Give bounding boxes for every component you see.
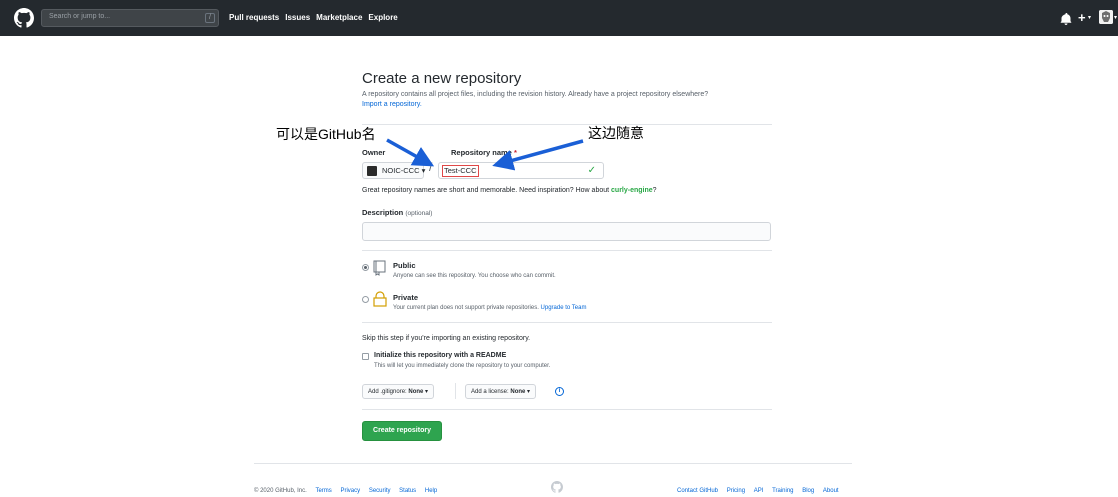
skip-text: Skip this step if you're importing an ex… xyxy=(362,335,531,342)
owner-repo-separator: / xyxy=(429,160,433,174)
nav-issues[interactable]: Issues xyxy=(285,13,310,22)
page-title: Create a new repository xyxy=(362,70,522,87)
main-nav: Pull requests Issues Marketplace Explore xyxy=(229,13,398,22)
divider xyxy=(455,383,456,399)
footer-link-help[interactable]: Help xyxy=(425,488,437,494)
gitignore-dropdown[interactable]: Add .gitignore: None ▾ xyxy=(362,384,435,399)
annotation-repo-name: 这边随意 xyxy=(588,125,644,141)
footer-link-security[interactable]: Security xyxy=(369,488,391,494)
description-input[interactable] xyxy=(362,222,771,241)
private-description: Your current plan does not support priva… xyxy=(393,305,586,311)
readme-title: Initialize this repository with a README xyxy=(374,352,507,359)
search-input[interactable]: Search or jump to... / xyxy=(41,9,219,27)
chevron-down-icon: ▾ xyxy=(1088,15,1092,21)
description-label: Description (optional) xyxy=(362,208,432,217)
repository-name-value: Test-CCC xyxy=(442,165,479,177)
gitignore-value: None xyxy=(408,389,424,395)
footer-link-contact[interactable]: Contact GitHub xyxy=(677,488,718,494)
description-label-text: Description xyxy=(362,208,404,217)
upgrade-to-team-link[interactable]: Upgrade to Team xyxy=(541,305,587,311)
plus-icon[interactable]: + xyxy=(1078,10,1086,25)
private-radio[interactable] xyxy=(362,296,369,303)
name-hint: Great repository names are short and mem… xyxy=(362,187,657,194)
footer-left: © 2020 GitHub, Inc. Terms Privacy Securi… xyxy=(254,488,437,494)
github-logo-icon[interactable] xyxy=(14,8,34,28)
top-navbar: Search or jump to... / Pull requests Iss… xyxy=(0,0,1118,36)
public-radio[interactable] xyxy=(362,264,369,271)
owner-label: Owner xyxy=(362,148,386,157)
required-mark: * xyxy=(513,148,517,157)
create-repository-button[interactable]: Create repository xyxy=(362,421,442,441)
footer-divider xyxy=(254,463,852,464)
avatar-image-icon xyxy=(1099,10,1113,24)
repository-name-label: Repository name * xyxy=(451,148,517,157)
license-dropdown[interactable]: Add a license: None ▾ xyxy=(465,384,537,399)
readme-description: This will let you immediately clone the … xyxy=(374,363,551,369)
github-footer-logo-icon[interactable] xyxy=(551,481,563,493)
avatar[interactable] xyxy=(1099,10,1113,24)
suggested-name-link[interactable]: curly-engine xyxy=(611,187,653,194)
private-description-text: Your current plan does not support priva… xyxy=(393,305,539,311)
repo-icon xyxy=(373,260,386,276)
footer-link-training[interactable]: Training xyxy=(772,488,793,494)
nav-marketplace[interactable]: Marketplace xyxy=(316,13,362,22)
repository-name-label-text: Repository name xyxy=(451,148,512,157)
repository-name-input[interactable]: Test-CCC ✓ xyxy=(438,162,604,179)
gitignore-prefix: Add .gitignore: xyxy=(368,389,407,395)
readme-checkbox[interactable] xyxy=(362,353,369,360)
license-value: None xyxy=(510,389,526,395)
owner-dropdown[interactable]: NOIC-CCC ▾ xyxy=(362,162,426,179)
annotation-owner: 可以是GitHub名 xyxy=(276,126,376,142)
owner-arrow xyxy=(386,138,435,167)
footer-right: Contact GitHub Pricing API Training Blog… xyxy=(677,488,839,494)
owner-avatar xyxy=(367,166,377,176)
private-title: Private xyxy=(393,293,419,302)
hint-suffix: ? xyxy=(652,187,657,194)
divider xyxy=(362,250,772,251)
lock-icon xyxy=(373,291,387,307)
search-shortcut-key: / xyxy=(205,13,215,23)
page-subtitle: A repository contains all project files,… xyxy=(362,91,709,98)
page-heading: Create a new repository A repository con… xyxy=(362,70,772,108)
nav-explore[interactable]: Explore xyxy=(368,13,397,22)
footer-link-status[interactable]: Status xyxy=(399,488,416,494)
license-prefix: Add a license: xyxy=(471,389,509,395)
check-icon: ✓ xyxy=(587,165,596,176)
footer-link-blog[interactable]: Blog xyxy=(802,488,814,494)
footer-link-pricing[interactable]: Pricing xyxy=(727,488,745,494)
chevron-down-icon: ▾ xyxy=(1114,15,1118,21)
divider xyxy=(362,322,772,323)
footer-link-privacy[interactable]: Privacy xyxy=(340,488,360,494)
public-title: Public xyxy=(393,261,416,270)
description-optional: (optional) xyxy=(405,210,433,217)
search-placeholder: Search or jump to... xyxy=(49,13,111,20)
nav-pull-requests[interactable]: Pull requests xyxy=(229,13,279,22)
header-actions: + ▾ ▾ xyxy=(1048,0,1118,36)
hint-prefix: Great repository names are short and mem… xyxy=(362,187,610,194)
bell-icon[interactable] xyxy=(1060,13,1072,25)
owner-name: NOIC-CCC xyxy=(382,166,420,175)
divider xyxy=(362,409,772,410)
copyright: © 2020 GitHub, Inc. xyxy=(254,488,307,494)
import-repository-link[interactable]: Import a repository. xyxy=(362,101,772,108)
owner-value: NOIC-CCC ▾ xyxy=(382,166,426,175)
footer-link-about[interactable]: About xyxy=(823,488,839,494)
divider xyxy=(362,124,772,125)
footer-link-api[interactable]: API xyxy=(754,488,764,494)
footer-link-terms[interactable]: Terms xyxy=(315,488,331,494)
info-icon[interactable]: i xyxy=(555,387,564,396)
public-description: Anyone can see this repository. You choo… xyxy=(393,273,556,279)
